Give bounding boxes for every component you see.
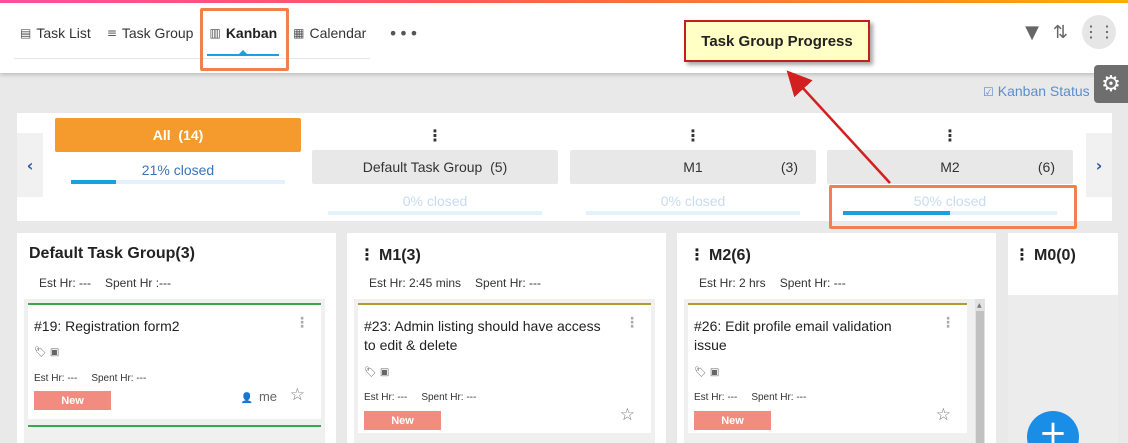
callout-arrow [786,70,891,184]
task-group-progress-callout: Task Group Progress [684,20,870,62]
